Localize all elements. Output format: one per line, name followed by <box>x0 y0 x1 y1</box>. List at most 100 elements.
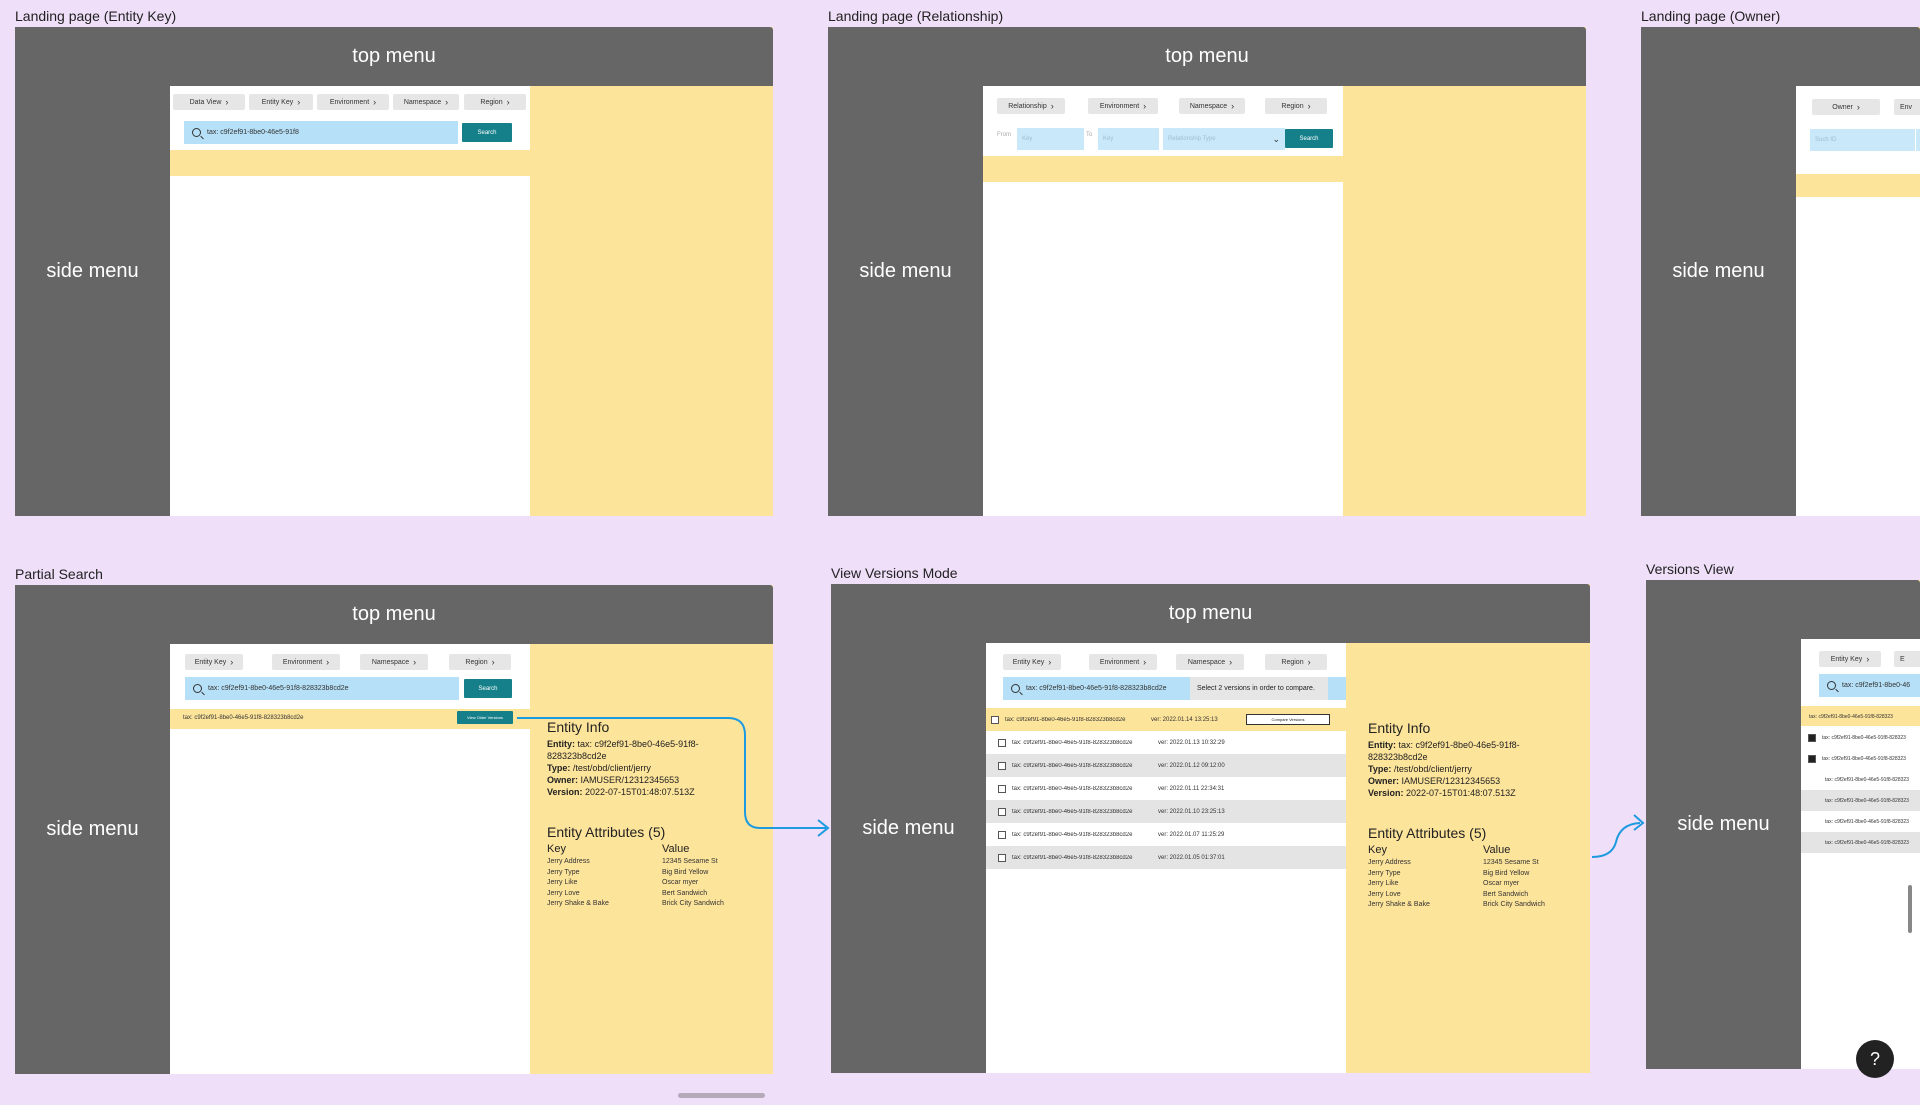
version-checkbox[interactable] <box>998 784 1006 793</box>
search-button[interactable]: Search <box>1285 129 1333 148</box>
type-row: Type: /test/obd/client/jerry <box>1368 764 1472 774</box>
version-row[interactable]: tax: c9f2ef91-8be0-46e5-91f8-828323 <box>1801 811 1920 832</box>
chip-entity-key[interactable]: Entity Key › <box>185 654 243 670</box>
frame-title: Landing page (Owner) <box>1641 8 1781 24</box>
version-checkbox-checked[interactable] <box>1808 733 1816 742</box>
chip-region[interactable]: Region › <box>449 654 511 670</box>
version-key: tax: c9f2ef91-8be0-46e5-91f8-828323 <box>1825 818 1909 825</box>
chip-namespace[interactable]: Namespace › <box>393 94 459 110</box>
to-label: To <box>1086 132 1093 138</box>
version-row[interactable]: tax: c9f2ef91-8be0-46e5-91f8-828323 <box>1801 748 1920 769</box>
side-menu[interactable]: side menu <box>831 584 986 1073</box>
chevron-right-icon: › <box>225 96 229 107</box>
version-row[interactable]: tax: c9f2ef91-8be0-46e5-91f8-828323 <box>1801 727 1920 748</box>
scrollbar[interactable] <box>1908 885 1912 933</box>
chip-entity-key[interactable]: Entity Key › <box>249 94 313 110</box>
frame-title: View Versions Mode <box>831 565 958 581</box>
version-row[interactable]: tax: c9f2ef91-8be0-46e5-91f8-828323b8cd2… <box>986 731 1346 754</box>
search-input[interactable]: tax: c9f2ef91-8be0-46 <box>1819 674 1920 697</box>
attr-value: Oscar myer <box>1483 880 1520 887</box>
search-icon <box>192 128 201 137</box>
version-checkbox[interactable] <box>998 738 1006 747</box>
attr-value: Big Bird Yellow <box>662 868 709 876</box>
versions-panel <box>1801 639 1920 1069</box>
owner-filter-input[interactable] <box>1916 129 1920 151</box>
results-panel <box>1796 197 1920 516</box>
chip-environment[interactable]: Environment › <box>1089 654 1157 670</box>
chip-region[interactable]: Region › <box>464 94 526 110</box>
to-key-input[interactable]: Key <box>1098 128 1159 150</box>
search-icon <box>1011 684 1020 693</box>
version-checkbox-checked[interactable] <box>1808 754 1816 763</box>
chip-namespace[interactable]: Namespace › <box>1179 98 1245 114</box>
chip-namespace[interactable]: Namespace › <box>1176 654 1244 670</box>
chip-entity-key[interactable]: Entity Key › <box>1819 651 1881 667</box>
chevron-right-icon: › <box>1143 100 1147 111</box>
version-row[interactable]: tax: c9f2ef91-8be0-46e5-91f8-828323b8cd2… <box>986 708 1346 731</box>
chip-environment[interactable]: Env <box>1894 99 1920 115</box>
chevron-right-icon: › <box>373 96 377 107</box>
search-button[interactable]: Search <box>464 679 512 698</box>
version-checkbox[interactable] <box>998 830 1006 839</box>
version-row[interactable]: tax: c9f2ef91-8be0-46e5-91f8-828323 <box>1801 769 1920 790</box>
version-row[interactable]: tax: c9f2ef91-8be0-46e5-91f8-828323 <box>1801 790 1920 811</box>
side-menu[interactable]: side menu <box>15 585 170 1074</box>
entity-row: Entity: tax: c9f2ef91-8be0-46e5-91f8-828… <box>1368 740 1520 762</box>
results-panel <box>983 182 1343 516</box>
relationship-type-select[interactable]: Relationship Type ⌄ <box>1163 128 1285 150</box>
side-menu[interactable]: side menu <box>1646 580 1801 1069</box>
chip-namespace[interactable]: Namespace › <box>360 654 428 670</box>
chip-data-view[interactable]: Data View › <box>173 94 245 110</box>
attr-key: Jerry Like <box>547 879 578 886</box>
chip-environment[interactable]: Environment › <box>272 654 340 670</box>
version-date: ver: 2022.01.12 09:12:00 <box>1158 762 1225 769</box>
search-button[interactable]: Search <box>462 123 512 142</box>
chip-environment[interactable]: Environment › <box>1088 98 1158 114</box>
frame-landing-entity-key: top menu side menu Data View › Entity Key… <box>15 27 773 516</box>
entity-attributes: Entity Attributes (5) Key Value Jerry Ad… <box>1368 824 1578 911</box>
result-key: tax: c9f2ef91-8be0-46e5-91f8-828323b8cd2… <box>183 715 304 721</box>
version-row: Version: 2022-07-15T01:48:07.513Z <box>547 787 695 797</box>
attr-key: Jerry Love <box>547 889 580 897</box>
chip-relationship[interactable]: Relationship › <box>997 98 1065 114</box>
version-checkbox[interactable] <box>998 807 1006 816</box>
side-menu[interactable]: side menu <box>828 27 983 516</box>
version-date: ver: 2022.01.14 13:25:13 <box>1151 716 1218 723</box>
version-checkbox[interactable] <box>998 853 1006 862</box>
version-checkbox[interactable] <box>991 715 999 724</box>
version-key: tax: c9f2ef91-8be0-46e5-91f8-828323b8cd2… <box>1012 808 1133 815</box>
view-older-versions-button[interactable]: View Older Versions <box>457 711 513 724</box>
frame-landing-relationship: top menu side menu Relationship › Environ… <box>828 27 1586 516</box>
side-menu[interactable]: side menu <box>15 27 170 516</box>
chip-owner[interactable]: Owner › <box>1812 99 1880 115</box>
side-menu[interactable]: side menu <box>1641 27 1796 516</box>
chip-region[interactable]: Region › <box>1265 654 1327 670</box>
version-row[interactable]: tax: c9f2ef91-8be0-46e5-91f8-828323b8cd2… <box>986 800 1346 823</box>
chip-environment[interactable]: Environment › <box>317 94 389 110</box>
version-row[interactable]: tax: c9f2ef91-8be0-46e5-91f8-828323b8cd2… <box>986 823 1346 846</box>
version-row[interactable]: tax: c9f2ef91-8be0-46e5-91f8-828323b8cd2… <box>986 754 1346 777</box>
chip-entity-key[interactable]: Entity Key › <box>1003 654 1061 670</box>
attr-key: Jerry Address <box>547 858 590 865</box>
version-row[interactable]: tax: c9f2ef91-8be0-46e5-91f8-828323 <box>1801 832 1920 853</box>
owner-search-input[interactable]: Such ID <box>1810 129 1915 151</box>
search-input[interactable]: tax: c9f2ef91-8be0-46e5-91f8-828323b8cd2… <box>185 677 459 700</box>
version-row[interactable]: tax: c9f2ef91-8be0-46e5-91f8-828323 <box>1801 706 1920 727</box>
arrow-versions-to-view <box>1591 822 1641 858</box>
chip-region[interactable]: Region › <box>1265 98 1327 114</box>
attr-value: Brick City Sandwich <box>662 900 724 907</box>
version-row[interactable]: tax: c9f2ef91-8be0-46e5-91f8-828323b8cd2… <box>986 846 1346 869</box>
version-key: tax: c9f2ef91-8be0-46e5-91f8-828323 <box>1822 734 1906 741</box>
version-key: tax: c9f2ef91-8be0-46e5-91f8-828323b8cd2… <box>1005 716 1126 723</box>
chevron-right-icon: › <box>506 96 510 107</box>
help-button[interactable]: ? <box>1856 1040 1894 1078</box>
value-header: Value <box>662 843 690 855</box>
chevron-right-icon: › <box>1307 656 1311 667</box>
chevron-right-icon: › <box>230 656 234 667</box>
horizontal-scrollbar[interactable] <box>678 1093 765 1098</box>
version-row[interactable]: tax: c9f2ef91-8be0-46e5-91f8-828323b8cd2… <box>986 777 1346 800</box>
chip-environment[interactable]: E <box>1894 651 1920 667</box>
version-checkbox[interactable] <box>998 761 1006 770</box>
from-key-input[interactable]: Key <box>1017 128 1084 150</box>
search-input[interactable]: tax: c9f2ef91-8be0-46e5-91f8 <box>184 121 458 144</box>
